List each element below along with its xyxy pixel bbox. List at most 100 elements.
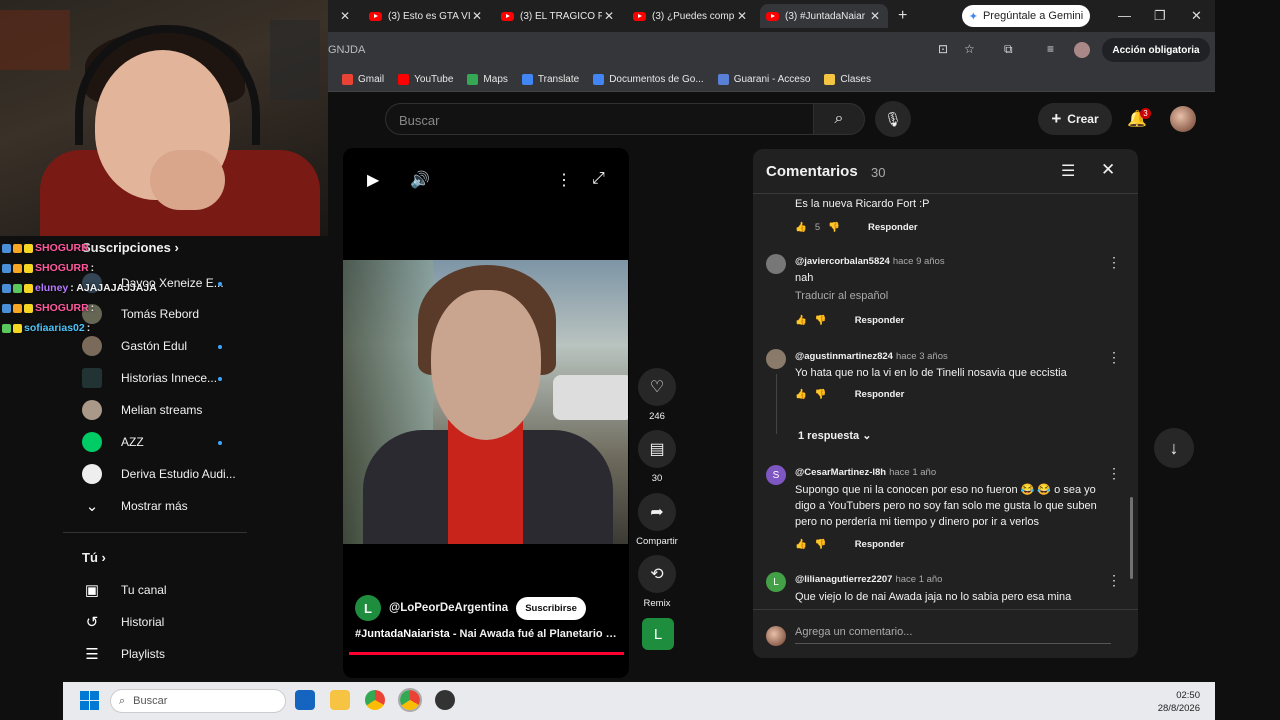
hashtag[interactable]: #JuntadaNaiarista	[355, 628, 450, 640]
reply-button[interactable]: Responder	[868, 222, 918, 233]
browser-tab[interactable]: (3) EL TRAGICO FI	[495, 4, 602, 28]
sidebar-item-channel[interactable]: Historias Innece...	[82, 367, 217, 389]
avatar[interactable]	[766, 254, 786, 274]
app-icon[interactable]	[435, 690, 455, 710]
close-tab-icon[interactable]: ✕	[604, 9, 614, 23]
file-explorer-icon[interactable]	[330, 690, 350, 710]
fullscreen-icon[interactable]: ⤢	[592, 170, 605, 188]
close-icon[interactable]: ✕	[1101, 160, 1115, 180]
browser-tab[interactable]: (3) ¿Puedes comp	[627, 4, 734, 28]
view-replies-button[interactable]: 1 respuesta ⌄	[798, 429, 871, 442]
bookmark-translate[interactable]: Translate	[521, 74, 579, 85]
sidebar-item-channel[interactable]: Gastón Edul	[82, 335, 187, 357]
scrollbar[interactable]	[1130, 497, 1133, 579]
sidebar-item-channel[interactable]: AZZ	[82, 431, 144, 453]
reply-button[interactable]: Responder	[855, 389, 905, 400]
close-tab-icon[interactable]: ✕	[472, 9, 482, 23]
profile-avatar[interactable]	[1074, 42, 1090, 58]
comment-time[interactable]: hace 9 años	[893, 256, 945, 267]
avatar[interactable]: S	[766, 465, 786, 485]
subscribe-button[interactable]: Suscribirse	[516, 596, 586, 620]
comments-button[interactable]: ▤ 30	[638, 430, 676, 484]
bookmark-gmail[interactable]: Gmail	[342, 74, 384, 85]
create-button[interactable]: + Crear	[1038, 103, 1112, 135]
more-options-icon[interactable]: ⋮	[556, 170, 572, 190]
share-button[interactable]: ➦ Compartir	[633, 493, 681, 547]
comment-author[interactable]: @javiercorbalan5824	[795, 256, 890, 267]
channel-name[interactable]: @LoPeorDeArgentina	[389, 602, 508, 614]
add-comment-input[interactable]: Agrega un comentario...	[795, 626, 1111, 644]
show-more-button[interactable]: ⌄ Mostrar más	[82, 495, 188, 517]
close-tab-icon[interactable]: ✕	[340, 9, 350, 23]
bookmark-clases[interactable]: Clases	[824, 74, 871, 85]
close-window-icon[interactable]: ✕	[1191, 8, 1202, 24]
clock[interactable]: 02:50 28/8/2026	[1150, 689, 1200, 715]
progress-bar[interactable]	[349, 652, 624, 655]
sidebar-item-history[interactable]: ↺ Historial	[82, 611, 165, 633]
thumbs-down-icon[interactable]: 👎	[815, 389, 827, 400]
thumbs-up-icon[interactable]: 👍	[795, 539, 807, 550]
comment-time[interactable]: hace 3 años	[896, 351, 948, 362]
sidebar-item-playlists[interactable]: ☰ Playlists	[82, 643, 165, 665]
store-icon[interactable]	[295, 690, 315, 710]
play-icon[interactable]: ▶	[367, 170, 379, 190]
reply-button[interactable]: Responder	[855, 315, 905, 326]
media-icon[interactable]: ≡	[1047, 42, 1054, 56]
comment-time[interactable]: hace 1 año	[889, 467, 936, 478]
bookmark-maps[interactable]: Maps	[467, 74, 508, 85]
thumbs-up-icon[interactable]: 👍	[795, 389, 807, 400]
reply-button[interactable]: Responder	[855, 539, 905, 550]
avatar[interactable]	[766, 349, 786, 369]
bookmark-guarani[interactable]: Guarani - Acceso	[717, 74, 810, 85]
browser-tab[interactable]: (3) Esto es GTA VI	[363, 4, 473, 28]
thumbs-down-icon[interactable]: 👎	[815, 315, 827, 326]
close-tab-icon[interactable]: ✕	[870, 9, 880, 23]
sidebar-item-your-channel[interactable]: ▣ Tu canal	[82, 579, 167, 601]
thumbs-up-icon[interactable]: 👍	[795, 315, 807, 326]
sidebar-item-channel[interactable]: Deriva Estudio Audi...	[82, 463, 236, 485]
chrome-active-icon[interactable]	[398, 688, 422, 712]
channel-thumbnail[interactable]: L	[642, 618, 674, 650]
sort-icon[interactable]: ☰	[1061, 161, 1075, 181]
comment-author[interactable]: @agustinmartinez824	[795, 351, 893, 362]
sidebar-item-channel[interactable]: Tomás Rebord	[82, 303, 199, 325]
gemini-button[interactable]: ✦ Pregúntale a Gemini	[962, 5, 1090, 27]
chrome-icon[interactable]	[365, 690, 385, 710]
more-options-icon[interactable]: ⋮	[1107, 254, 1121, 271]
browser-tab-active[interactable]: (3) #JuntadaNaiar	[760, 4, 888, 28]
search-button[interactable]: ⌕	[813, 103, 865, 135]
next-video-button[interactable]: ↓	[1154, 428, 1194, 468]
maximize-icon[interactable]: ❐	[1154, 8, 1166, 24]
thumbs-down-icon[interactable]: 👎	[828, 222, 840, 233]
more-options-icon[interactable]: ⋮	[1107, 465, 1121, 482]
subscriptions-heading[interactable]: Suscripciones ›	[82, 240, 179, 255]
more-options-icon[interactable]: ⋮	[1107, 349, 1121, 366]
close-tab-icon[interactable]: ✕	[737, 9, 747, 23]
windows-start-icon[interactable]	[80, 691, 99, 710]
new-tab-icon[interactable]: +	[898, 7, 907, 25]
action-required-button[interactable]: Acción obligatoria	[1102, 38, 1210, 62]
bookmark-star-icon[interactable]: ☆	[964, 42, 975, 56]
minimize-icon[interactable]: —	[1118, 8, 1131, 23]
avatar[interactable]: L	[766, 572, 786, 592]
comment-time[interactable]: hace 1 año	[895, 574, 942, 585]
voice-search-button[interactable]: 🎙	[875, 101, 911, 137]
bookmark-docs[interactable]: Documentos de Go...	[593, 74, 704, 85]
channel-avatar[interactable]: L	[355, 595, 381, 621]
search-input[interactable]: Buscar	[385, 103, 815, 135]
volume-icon[interactable]: 🔊	[410, 170, 430, 190]
more-options-icon[interactable]: ⋮	[1107, 572, 1121, 589]
thumbs-down-icon[interactable]: 👎	[815, 539, 827, 550]
sidebar-item-channel[interactable]: Melian streams	[82, 399, 202, 421]
you-heading[interactable]: Tú ›	[82, 550, 106, 565]
comment-author[interactable]: @CesarMartinez-l8h	[795, 467, 886, 478]
account-avatar[interactable]	[1170, 106, 1196, 132]
remix-button[interactable]: ⟲ Remix	[638, 555, 676, 609]
taskbar-search[interactable]: ⌕ Buscar	[110, 689, 286, 713]
like-button[interactable]: ♡ 246	[638, 368, 676, 422]
thumbs-up-icon[interactable]: 👍	[795, 222, 807, 233]
video-title[interactable]: #JuntadaNaiarista - Nai Awada fué al Pla…	[355, 628, 617, 640]
translate-link[interactable]: Traducir al español	[795, 290, 888, 302]
install-icon[interactable]: ⊡	[938, 42, 948, 56]
extensions-icon[interactable]: ⧉	[1004, 42, 1013, 57]
